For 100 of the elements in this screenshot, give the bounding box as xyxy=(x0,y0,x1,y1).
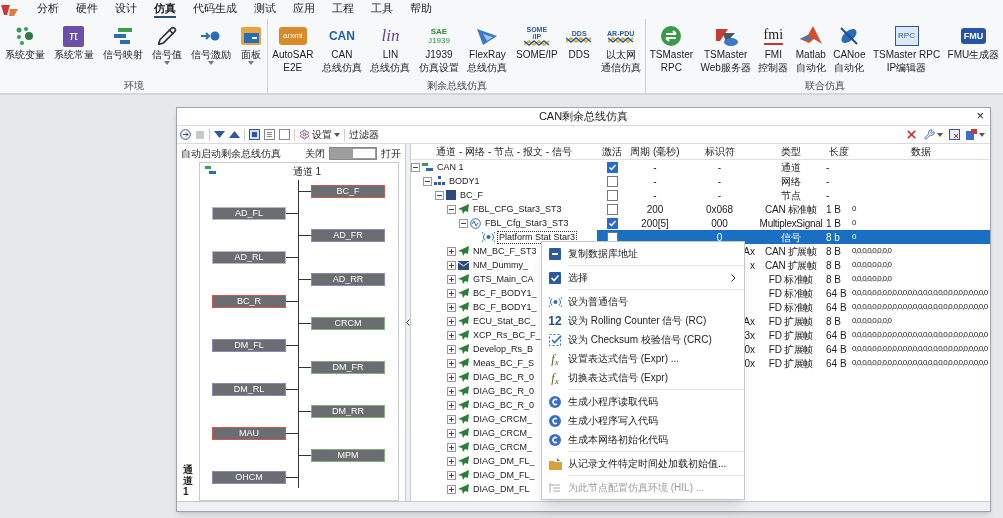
tree-item[interactable]: DIAG_CRCM_ xyxy=(471,440,534,454)
ecu-node[interactable]: AD_RR xyxy=(311,272,385,286)
tree-item[interactable]: Develop_Rs_B xyxy=(471,342,536,356)
list-view-icon[interactable] xyxy=(264,129,275,140)
tree-item[interactable]: GTS_Main_CA xyxy=(471,272,536,286)
menu-tab[interactable]: 硬件 xyxy=(76,1,98,18)
expand-icon[interactable] xyxy=(447,386,456,396)
ribbon-button[interactable]: FMU FMU生成器 xyxy=(946,24,1001,79)
expand-icon[interactable] xyxy=(447,372,456,382)
checkbox[interactable] xyxy=(606,175,618,187)
collapse-icon[interactable] xyxy=(447,204,456,214)
menu-tab[interactable]: 工程 xyxy=(332,1,354,18)
tree-item[interactable]: CAN 1 xyxy=(435,160,466,174)
tree-item[interactable]: DIAG_DM_FL xyxy=(471,482,532,496)
ribbon-button[interactable]: FlexRay 总线仿真 xyxy=(466,24,509,79)
ecu-node[interactable]: DM_RL xyxy=(212,382,286,396)
toggle-switch[interactable] xyxy=(329,146,377,160)
ribbon-button[interactable]: Matlab 自动化 xyxy=(794,24,827,79)
ecu-node[interactable]: AD_FR xyxy=(311,228,385,242)
menu-item[interactable]: 从记录文件特定时间处加载初始值... xyxy=(542,454,744,473)
checkbox[interactable] xyxy=(606,203,618,215)
filter-button[interactable]: 过滤器 xyxy=(349,127,379,142)
tree-item[interactable]: DIAG_BC_R_0 xyxy=(471,370,537,384)
tree-item[interactable]: DIAG_BC_R_0 xyxy=(471,398,537,412)
tree-item[interactable]: BODY1 xyxy=(447,174,482,188)
ribbon-button[interactable]: CANoe 自动化 xyxy=(832,24,867,79)
menu-tab[interactable]: 应用 xyxy=(293,1,315,18)
expand-icon[interactable] xyxy=(447,330,456,340)
expand-icon[interactable] xyxy=(447,260,456,270)
ecu-node[interactable]: DM_RR xyxy=(311,404,385,418)
expand-icon[interactable] xyxy=(447,400,456,410)
ribbon-button[interactable]: π 系统常量 xyxy=(52,24,95,79)
window-close-icon[interactable] xyxy=(949,129,960,140)
ribbon-button[interactable]: 信号值 xyxy=(151,24,184,79)
menu-item[interactable]: f$_{x}$ 设置表达式信号 (Expr) ... xyxy=(542,349,744,368)
menu-item[interactable]: 12 设为 Rolling Counter 信号 (RC) xyxy=(542,311,744,330)
tree-item[interactable]: NM_BC_F_ST3 xyxy=(471,244,539,258)
column-header[interactable]: 数据 xyxy=(852,144,990,159)
delete-icon[interactable] xyxy=(905,128,918,141)
tree-item[interactable]: FBL_Cfg_Star3_ST3 xyxy=(483,216,571,230)
expand-icon[interactable] xyxy=(447,484,456,494)
menu-tab[interactable]: 设计 xyxy=(115,1,137,18)
expand-icon[interactable] xyxy=(447,428,456,438)
ecu-node[interactable]: OHCM xyxy=(212,470,286,484)
empty-view-icon[interactable] xyxy=(279,129,290,140)
menu-tab[interactable]: 帮助 xyxy=(410,1,432,18)
ribbon-button[interactable]: RPC TSMaster RPC IP编辑器 xyxy=(871,24,942,79)
up-triangle-icon[interactable] xyxy=(229,130,240,139)
expand-icon[interactable] xyxy=(447,274,456,284)
ecu-node[interactable]: CRCM xyxy=(311,316,385,330)
menu-item[interactable]: 生成小程序读取代码 xyxy=(542,392,744,411)
tree-item[interactable]: XCP_Rs_BC_F_ xyxy=(471,328,543,342)
export-icon[interactable] xyxy=(966,129,977,140)
ribbon-button[interactable]: 信号激励 xyxy=(190,24,233,79)
menu-item[interactable]: f$_{x}$ 切换表达式信号 (Expr) xyxy=(542,368,744,387)
ecu-node[interactable]: MPM xyxy=(311,448,385,462)
menu-tab[interactable]: 代码生成 xyxy=(193,1,237,18)
tree-item[interactable]: BC_F xyxy=(458,188,485,202)
collapse-icon[interactable] xyxy=(435,190,444,200)
tree-item[interactable]: ECU_Stat_BC_ xyxy=(471,314,538,328)
collapse-icon[interactable] xyxy=(459,218,468,228)
ecu-node[interactable]: DM_FL xyxy=(212,338,286,352)
tree-item[interactable]: BC_F_BODY1_ xyxy=(471,300,539,314)
close-button[interactable]: × xyxy=(976,108,984,124)
collapse-icon[interactable] xyxy=(423,176,432,186)
tree-item[interactable]: DIAG_CRCM_ xyxy=(471,412,534,426)
vertical-tab-label[interactable]: 通道1 xyxy=(183,464,193,497)
expand-icon[interactable] xyxy=(447,344,456,354)
wrench-icon[interactable] xyxy=(924,129,935,140)
expand-icon[interactable] xyxy=(447,288,456,298)
column-header[interactable]: 长度 xyxy=(826,144,852,159)
column-header[interactable]: 类型 xyxy=(756,144,826,159)
ribbon-button[interactable]: TSMaster RPC xyxy=(648,24,695,79)
tree-item[interactable]: DIAG_DM_FL_ xyxy=(471,468,537,482)
menu-tab[interactable]: 仿真 xyxy=(154,1,176,18)
ecu-node[interactable]: AD_RL xyxy=(212,250,286,264)
menu-item[interactable]: 生成本网络初始化代码 xyxy=(542,430,744,449)
column-header[interactable]: 激活 xyxy=(597,144,627,159)
down-triangle-icon[interactable] xyxy=(214,130,225,139)
tree-item[interactable]: Meas_BC_F_S xyxy=(471,356,537,370)
ribbon-button[interactable]: TSMaster Web服务器 xyxy=(699,24,752,79)
ecu-node[interactable]: AD_FL xyxy=(212,206,286,220)
tree-item[interactable]: FBL_CFG_Star3_ST3 xyxy=(471,202,564,216)
menu-tab[interactable]: 测试 xyxy=(254,1,276,18)
column-header[interactable]: 周期 (毫秒) xyxy=(627,144,683,159)
block-view-icon[interactable] xyxy=(249,129,260,140)
menu-item[interactable]: 设为 Checksum 校验信号 (CRC) xyxy=(542,330,744,349)
ribbon-button[interactable]: fmi FMI 控制器 xyxy=(757,24,790,79)
checkbox[interactable] xyxy=(606,217,618,229)
ribbon-button[interactable]: CAN CAN 总线仿真 xyxy=(320,24,363,79)
menu-item[interactable]: 设为普通信号 xyxy=(542,292,744,311)
ecu-node[interactable]: BC_F xyxy=(311,184,385,198)
menu-tab[interactable]: 分析 xyxy=(37,1,59,18)
tree-item[interactable]: DIAG_BC_R_0 xyxy=(471,384,537,398)
arrow-circle-icon[interactable] xyxy=(180,129,191,140)
expand-icon[interactable] xyxy=(447,316,456,326)
tree-item[interactable]: DIAG_CRCM_ xyxy=(471,426,534,440)
tree-item[interactable]: BC_F_BODY1_ xyxy=(471,286,539,300)
expand-icon[interactable] xyxy=(447,414,456,424)
checkbox[interactable] xyxy=(606,161,618,173)
